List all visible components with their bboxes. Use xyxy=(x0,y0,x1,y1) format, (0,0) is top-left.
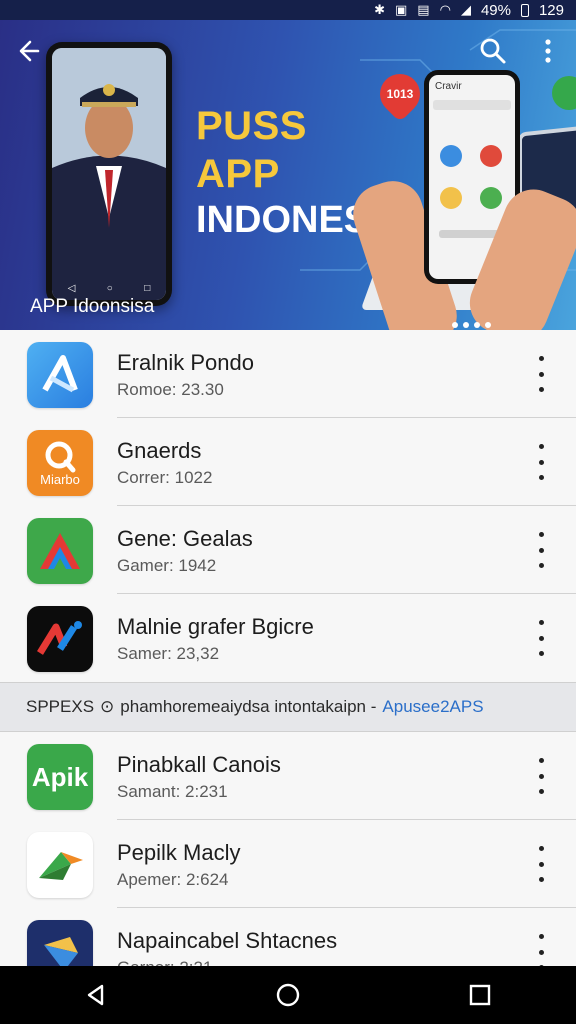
list-item[interactable]: Malnie grafer Bgicre Samer: 23,32 xyxy=(0,594,576,682)
hero-title-line1: PUSS APP xyxy=(196,104,307,196)
back-arrow-icon[interactable] xyxy=(16,36,46,66)
hero-banner[interactable]: ◁ ○ □ PUSS APP INDONESIA APP Idoonsisa 101… xyxy=(0,20,576,330)
app-title: Malnie grafer Bgicre xyxy=(117,614,314,639)
a-app-icon xyxy=(27,342,93,408)
badge-number: 1013 xyxy=(386,87,414,101)
back-icon[interactable] xyxy=(76,975,116,1015)
app-title: Pepilk Macly xyxy=(117,840,241,865)
app-icon-text: Miarbo xyxy=(40,471,80,487)
search-icon[interactable] xyxy=(478,36,508,66)
apik-app-icon: Apik xyxy=(27,744,93,810)
list-item[interactable]: Pepilk Macly Apemer: 2:624 xyxy=(0,820,576,908)
more-options-icon[interactable] xyxy=(530,356,552,392)
sim-icon: ▤ xyxy=(417,2,430,17)
section-text: phamhoremeaiydsa intontakaipn - xyxy=(120,697,377,716)
app-subtitle: Romoe: 23.30 xyxy=(117,380,224,399)
app-subtitle: Samer: 23,32 xyxy=(117,644,220,663)
list-item[interactable]: Miarbo Gnaerds Correr: 1022 xyxy=(0,418,576,506)
left-phone-navbar: ◁ ○ □ xyxy=(67,283,151,294)
list-item[interactable]: Gene: Gealas Gamer: 1942 xyxy=(0,506,576,594)
more-options-icon[interactable] xyxy=(530,758,552,794)
system-navbar xyxy=(0,966,576,1024)
miarbo-app-icon: Miarbo xyxy=(27,430,93,496)
home-icon[interactable] xyxy=(268,975,308,1015)
app-title: Napaincabel Shtacnes xyxy=(117,928,338,953)
app-list: Eralnik Pondo Romoe: 23.30 Miarbo Gnaerd… xyxy=(0,330,576,996)
app-subtitle: Samant: 2:231 xyxy=(117,782,228,801)
more-options-icon[interactable] xyxy=(530,934,552,970)
app-subtitle: Apemer: 2:624 xyxy=(117,870,229,889)
left-phone-image: ◁ ○ □ xyxy=(46,42,172,306)
carousel-indicator[interactable] xyxy=(452,322,491,328)
info-icon: ⊙ xyxy=(100,697,115,716)
recents-icon[interactable] xyxy=(460,975,500,1015)
signal-icon: ◢ xyxy=(460,2,471,17)
notification-pin-icon: 1013 xyxy=(371,65,429,123)
more-options-icon[interactable] xyxy=(530,444,552,480)
section-link[interactable]: Apusee2APS xyxy=(382,697,483,717)
status-bar: ✱ ▣ ▤ ◠ ◢ 49% 129 xyxy=(0,0,576,20)
green-orange-logo-app-icon xyxy=(27,832,93,898)
app-title: Gene: Gealas xyxy=(117,526,253,551)
app-subtitle: Correr: 1022 xyxy=(117,468,213,487)
more-options-icon[interactable] xyxy=(538,36,558,66)
app-subtitle: Gamer: 1942 xyxy=(117,556,217,575)
more-options-icon[interactable] xyxy=(530,532,552,568)
battery-icon xyxy=(520,3,529,17)
app-icon-text: Apik xyxy=(31,761,89,792)
hero-caption: APP Idoonsisa xyxy=(30,296,155,317)
officer-portrait-image xyxy=(52,48,166,300)
app-title: Gnaerds xyxy=(117,438,202,463)
wifi-icon: ◠ xyxy=(439,2,451,17)
red-blue-logo-app-icon xyxy=(27,606,93,672)
clock: 129 xyxy=(538,1,564,19)
a-logo-app-icon xyxy=(27,518,93,584)
section-label: SPPEXS xyxy=(26,697,95,716)
list-item[interactable]: Eralnik Pondo Romoe: 23.30 xyxy=(0,330,576,418)
list-item[interactable]: Apik Pinabkall Canois Samant: 2:231 xyxy=(0,732,576,820)
app-title: Pinabkall Canois xyxy=(117,752,281,777)
section-header: SPPEXS ⊙ phamhoremeaiydsa intontakaipn -… xyxy=(0,682,576,732)
right-phone-brand: Cravir xyxy=(435,81,462,92)
vibrate-icon: ▣ xyxy=(395,2,408,17)
app-title: Eralnik Pondo xyxy=(117,350,254,375)
battery-level: 49% xyxy=(480,1,511,19)
bluetooth-icon: ✱ xyxy=(374,2,385,17)
more-options-icon[interactable] xyxy=(530,846,552,882)
more-options-icon[interactable] xyxy=(530,620,552,656)
